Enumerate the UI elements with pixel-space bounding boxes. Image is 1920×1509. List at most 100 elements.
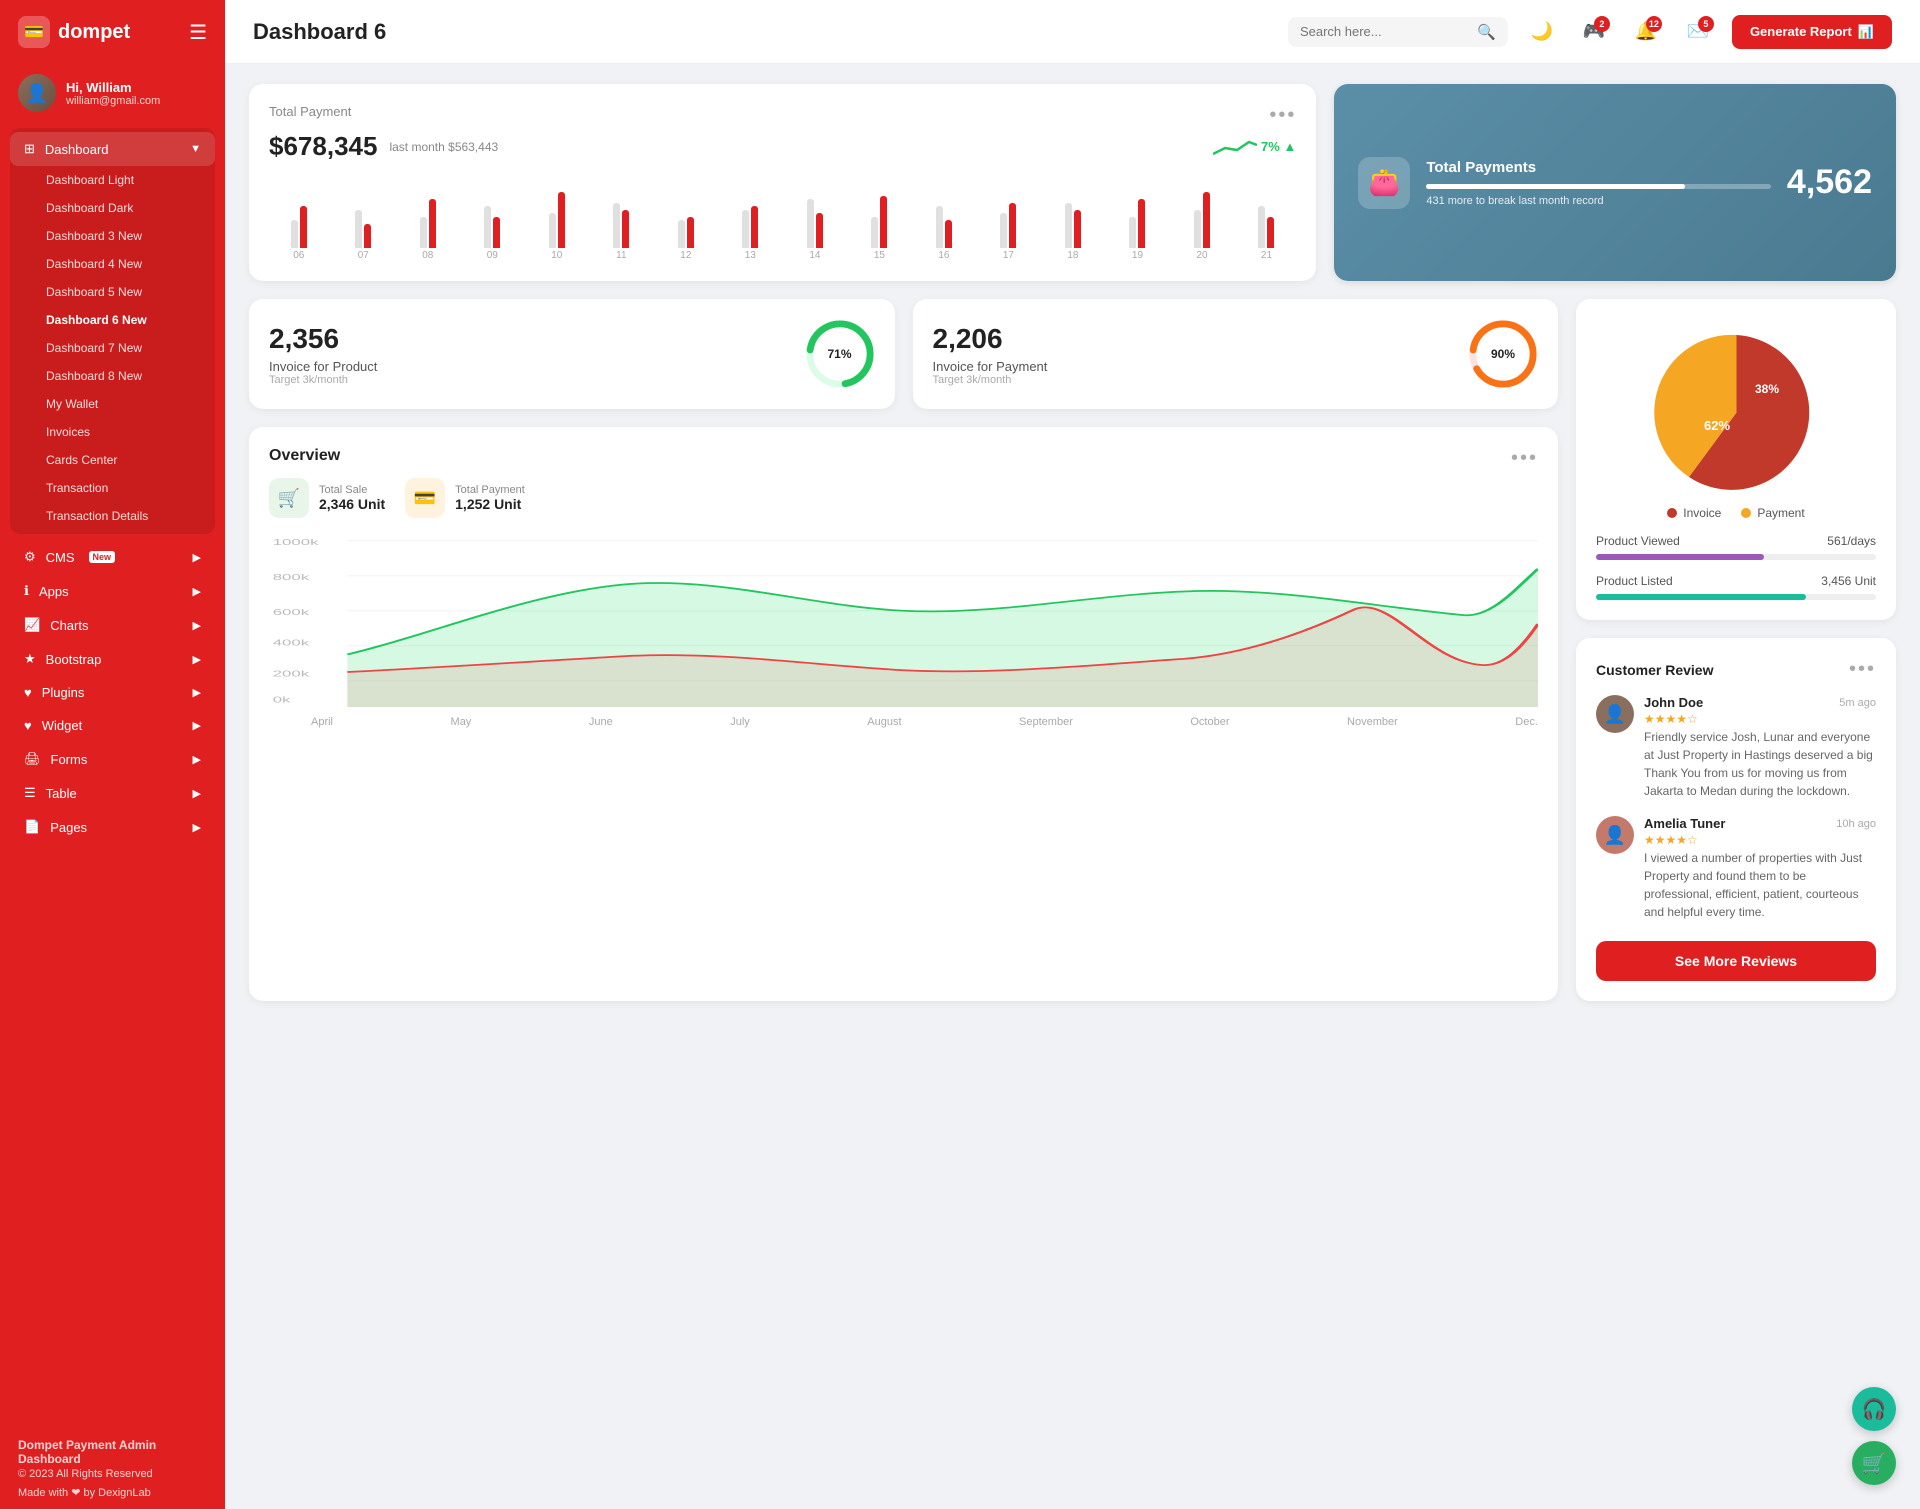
menu-toggle-button[interactable]: ☰ bbox=[189, 20, 207, 45]
bell-badge: 12 bbox=[1646, 16, 1662, 32]
sidebar-sub-dashboard-6[interactable]: Dashboard 6 New bbox=[10, 306, 215, 334]
profile-info: Hi, William william@gmail.com bbox=[66, 80, 160, 107]
reviewer-time: 10h ago bbox=[1836, 818, 1876, 830]
sidebar-item-dashboard[interactable]: ⊞ Dashboard ▼ bbox=[10, 132, 215, 166]
sidebar-item-charts[interactable]: 📈 Charts ▶ bbox=[10, 608, 215, 642]
svg-text:38%: 38% bbox=[1755, 382, 1779, 396]
invoice-product-card: 2,356 Invoice for Product Target 3k/mont… bbox=[249, 299, 895, 409]
product-listed-row: Product Listed 3,456 Unit bbox=[1596, 574, 1876, 600]
overview-title: Overview bbox=[269, 447, 340, 465]
svg-text:62%: 62% bbox=[1704, 418, 1730, 433]
sidebar-item-apps[interactable]: ℹ Apps ▶ bbox=[10, 574, 215, 608]
svg-text:400k: 400k bbox=[273, 639, 310, 648]
bell-notification-button[interactable]: 🔔 12 bbox=[1628, 14, 1664, 50]
total-payments-progress-bar bbox=[1426, 184, 1771, 189]
apps-arrow-icon: ▶ bbox=[193, 585, 201, 598]
message-badge: 5 bbox=[1698, 16, 1714, 32]
total-payments-wide-card: 👛 Total Payments 431 more to break last … bbox=[1334, 84, 1896, 281]
sidebar-item-table[interactable]: ☰ Table ▶ bbox=[10, 776, 215, 810]
dashboard-grid-icon: ⊞ bbox=[24, 141, 35, 157]
sidebar-item-plugins[interactable]: ♥ Plugins ▶ bbox=[10, 676, 215, 709]
dark-mode-button[interactable]: 🌙 bbox=[1524, 14, 1560, 50]
sidebar-header: 💳 dompet ☰ bbox=[0, 0, 225, 64]
review-options-button[interactable]: ••• bbox=[1849, 658, 1876, 681]
sidebar-sub-invoices[interactable]: Invoices bbox=[10, 418, 215, 446]
see-more-reviews-button[interactable]: See More Reviews bbox=[1596, 941, 1876, 981]
charts-label: Charts bbox=[50, 618, 88, 633]
cart-icon: 🛒 bbox=[1862, 1451, 1887, 1476]
reviewer-time: 5m ago bbox=[1839, 697, 1876, 709]
pages-label: Pages bbox=[50, 820, 87, 835]
cms-arrow-icon: ▶ bbox=[193, 551, 201, 564]
svg-text:600k: 600k bbox=[273, 608, 310, 617]
sidebar-sub-transaction-details[interactable]: Transaction Details bbox=[10, 502, 215, 530]
pie-chart-wrap: 62% 38% bbox=[1596, 319, 1876, 506]
page-title: Dashboard 6 bbox=[253, 19, 1272, 45]
plugins-arrow-icon: ▶ bbox=[193, 686, 201, 699]
sidebar-sub-dashboard-5[interactable]: Dashboard 5 New bbox=[10, 278, 215, 306]
widget-icon: ♥ bbox=[24, 718, 32, 733]
game-notification-button[interactable]: 🎮 2 bbox=[1576, 14, 1612, 50]
profile-email: william@gmail.com bbox=[66, 95, 160, 107]
review-title: Customer Review bbox=[1596, 662, 1713, 678]
product-viewed-value: 561/days bbox=[1827, 534, 1876, 548]
sidebar-sub-dashboard-3[interactable]: Dashboard 3 New bbox=[10, 222, 215, 250]
apps-label: Apps bbox=[39, 584, 69, 599]
sidebar-sub-dashboard-dark[interactable]: Dashboard Dark bbox=[10, 194, 215, 222]
reviewer-text: Friendly service Josh, Lunar and everyon… bbox=[1644, 728, 1876, 800]
support-float-button[interactable]: 🎧 bbox=[1852, 1387, 1896, 1431]
review-card: Customer Review ••• 👤 John Doe 5m ago ★★… bbox=[1576, 638, 1896, 1001]
sidebar-sub-dashboard-light[interactable]: Dashboard Light bbox=[10, 166, 215, 194]
sidebar-sub-cards-center[interactable]: Cards Center bbox=[10, 446, 215, 474]
pie-legend-invoice: Invoice bbox=[1667, 506, 1721, 520]
search-input[interactable] bbox=[1300, 24, 1469, 39]
avatar: 👤 bbox=[18, 74, 56, 112]
generate-report-button[interactable]: Generate Report 📊 bbox=[1732, 15, 1892, 49]
card-options-button[interactable]: ••• bbox=[1269, 104, 1296, 127]
sidebar-item-forms[interactable]: 🖨 Forms ▶ bbox=[10, 742, 215, 776]
svg-text:200k: 200k bbox=[273, 669, 310, 678]
area-chart-svg: 1000k 800k 600k 400k 200k 0k bbox=[269, 532, 1538, 707]
footer-copy: © 2023 All Rights Reserved bbox=[18, 1468, 207, 1480]
product-listed-label: Product Listed bbox=[1596, 574, 1673, 588]
total-sale-label: Total Sale bbox=[319, 484, 385, 496]
sidebar-sub-mywallet[interactable]: My Wallet bbox=[10, 390, 215, 418]
dashboard-nav-section: ⊞ Dashboard ▼ Dashboard Light Dashboard … bbox=[10, 128, 215, 534]
sidebar-sub-transaction[interactable]: Transaction bbox=[10, 474, 215, 502]
product-stats: Product Viewed 561/days Product Listed 3… bbox=[1596, 534, 1876, 600]
game-badge: 2 bbox=[1594, 16, 1610, 32]
overview-card: Overview ••• 🛒 Total Sale 2,346 Unit 💳 bbox=[249, 427, 1558, 1001]
sidebar-sub-dashboard-4[interactable]: Dashboard 4 New bbox=[10, 250, 215, 278]
footer-made-with: Made with ❤ by DexignLab bbox=[18, 1486, 207, 1499]
reviewer-info: Amelia Tuner 10h ago ★★★★☆ I viewed a nu… bbox=[1644, 816, 1876, 921]
forms-icon: 🖨 bbox=[24, 751, 41, 767]
invoice-payment-label: Invoice for Payment bbox=[933, 359, 1048, 374]
pages-icon: 📄 bbox=[24, 819, 40, 835]
sidebar-sub-dashboard-7[interactable]: Dashboard 7 New bbox=[10, 334, 215, 362]
message-notification-button[interactable]: ✉️ 5 bbox=[1680, 14, 1716, 50]
svg-text:1000k: 1000k bbox=[273, 538, 319, 547]
sidebar-item-cms[interactable]: ⚙ CMS New ▶ bbox=[10, 540, 215, 574]
payment-bar-chart: 06 07 bbox=[269, 176, 1296, 261]
total-sale-stat: 🛒 Total Sale 2,346 Unit bbox=[269, 478, 385, 518]
content-row-1: Total Payment ••• $678,345 last month $5… bbox=[249, 84, 1896, 281]
sidebar-logo: 💳 dompet bbox=[18, 16, 130, 48]
reviewer-name: John Doe bbox=[1644, 695, 1703, 710]
invoice-dot bbox=[1667, 508, 1677, 518]
cart-float-button[interactable]: 🛒 bbox=[1852, 1441, 1896, 1485]
review-avatar: 👤 bbox=[1596, 695, 1634, 733]
chart-bar-icon: 📊 bbox=[1858, 24, 1874, 40]
sidebar-item-widget[interactable]: ♥ Widget ▶ bbox=[10, 709, 215, 742]
sidebar-item-pages[interactable]: 📄 Pages ▶ bbox=[10, 810, 215, 844]
apps-icon: ℹ bbox=[24, 583, 29, 599]
product-viewed-fill bbox=[1596, 554, 1764, 560]
brand-name: dompet bbox=[58, 21, 130, 44]
overview-options-button[interactable]: ••• bbox=[1511, 447, 1538, 470]
total-payments-label: Total Payments bbox=[1426, 159, 1771, 176]
invoice-product-pct: 71% bbox=[827, 347, 851, 361]
payment-amount: $678,345 bbox=[269, 131, 377, 162]
invoice-product-number: 2,356 bbox=[269, 323, 377, 355]
sidebar-item-bootstrap[interactable]: ★ Bootstrap ▶ bbox=[10, 642, 215, 676]
sidebar-sub-dashboard-8[interactable]: Dashboard 8 New bbox=[10, 362, 215, 390]
plugins-icon: ♥ bbox=[24, 685, 32, 700]
